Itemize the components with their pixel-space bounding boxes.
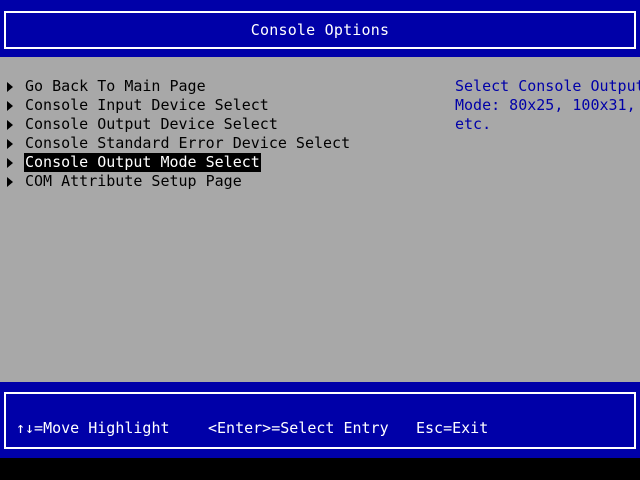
submenu-arrow-icon [7,177,13,187]
menu-item-console-output-mode[interactable]: Console Output Mode Select [0,153,440,172]
exit-hint: Esc=Exit [416,419,489,437]
help-text-panel: Select Console Output Mode: 80x25, 100x3… [455,77,640,134]
menu-item-console-output-device[interactable]: Console Output Device Select [0,115,440,134]
submenu-arrow-icon [7,101,13,111]
menu-item-console-stderr-device[interactable]: Console Standard Error Device Select [0,134,440,153]
select-entry-hint: <Enter>=Select Entry [208,419,389,437]
help-line: Select Console Output [455,77,640,95]
menu-item-label: COM Attribute Setup Page [25,172,242,190]
menu-item-label: Console Output Mode Select [24,153,261,172]
help-line: Mode: 80x25, 100x31, [455,96,636,114]
submenu-arrow-icon [7,139,13,149]
menu-item-label: Console Standard Error Device Select [25,134,351,152]
menu-item-console-input-device[interactable]: Console Input Device Select [0,96,440,115]
submenu-arrow-icon [7,120,13,130]
title-bar: Console Options [0,0,640,57]
menu-item-label: Console Input Device Select [25,96,269,114]
main-panel: Go Back To Main Page Console Input Devic… [0,57,640,382]
title-frame: Console Options [4,11,636,49]
menu-item-com-attribute-setup[interactable]: COM Attribute Setup Page [0,172,440,191]
submenu-arrow-icon [7,82,13,92]
menu-item-go-back-main[interactable]: Go Back To Main Page [0,77,440,96]
submenu-arrow-icon [7,158,13,168]
bottom-border [0,458,640,480]
key-help-bar: ↑↓=Move Highlight <Enter>=Select Entry E… [0,382,640,458]
move-highlight-hint: ↑↓=Move Highlight [16,419,170,437]
menu-item-label: Console Output Device Select [25,115,278,133]
menu-item-label: Go Back To Main Page [25,77,206,95]
page-title: Console Options [250,21,390,39]
help-line: etc. [455,115,492,133]
menu-list: Go Back To Main Page Console Input Devic… [0,77,440,191]
